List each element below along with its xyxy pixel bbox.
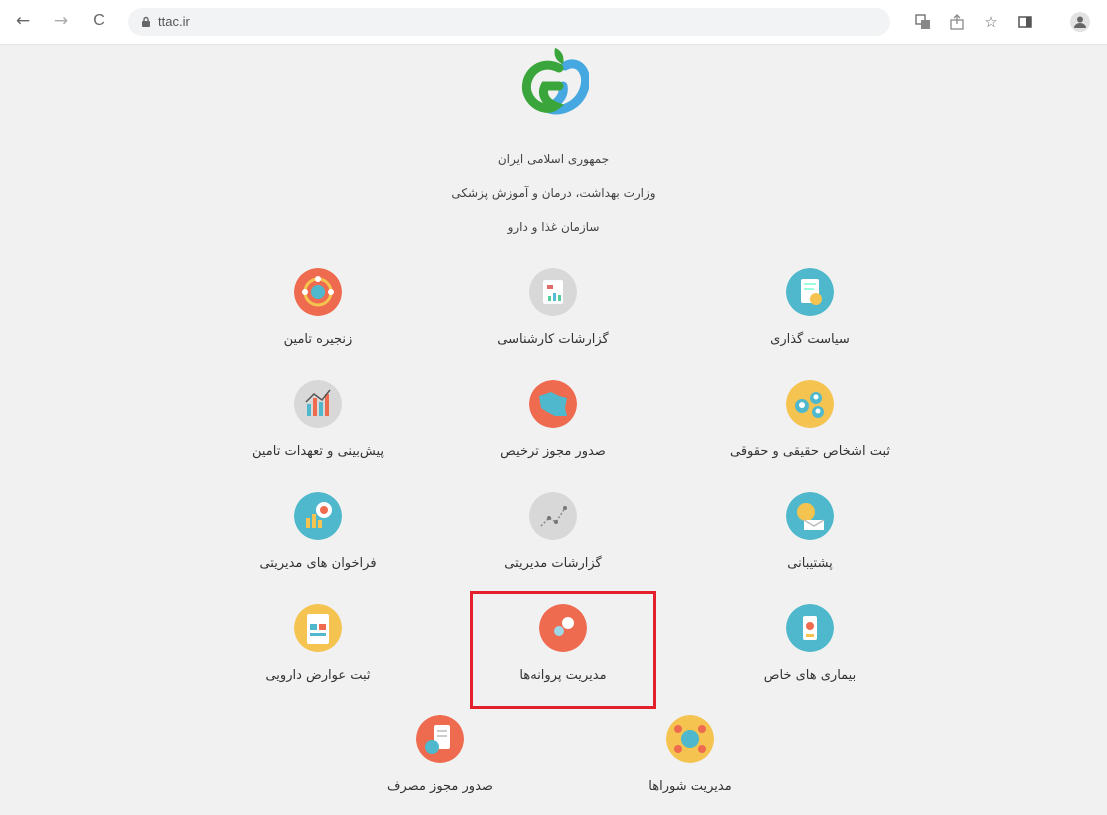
profile-button[interactable] [1070,12,1090,32]
tile-label: پیش‌بینی و تعهدات تامین [251,444,384,459]
adverse-effects-icon [294,604,342,652]
tile-special-diseases[interactable]: بیماری های خاص [700,604,920,704]
usage-permit-icon [416,715,464,763]
forecast-icon [294,380,342,428]
people-register-icon [786,380,834,428]
tile-label: گزارشات کارشناسی [497,332,609,347]
tile-supply-chain[interactable]: زنجیره تامین [208,268,428,368]
tile-policy[interactable]: سیاست گذاری [700,268,920,368]
tile-label: گزارشات مدیریتی [504,556,602,571]
tile-adverse-effects[interactable]: ثبت عوارض دارویی [208,604,428,704]
councils-icon [666,715,714,763]
tile-label: بیماری های خاص [763,668,857,683]
sidepanel-icon [1018,16,1032,28]
supply-chain-icon [294,268,342,316]
tile-label: ثبت عوارض دارویی [265,668,371,683]
tile-management-reports[interactable]: گزارشات مدیریتی [443,492,663,592]
header-country: جمهوری اسلامی ایران [497,152,610,166]
forward-button[interactable]: → [50,10,72,32]
back-arrow-icon: ← [15,11,31,31]
tile-label: فراخوان های مدیریتی [259,556,377,571]
tile-label: زنجیره تامین [283,332,353,347]
fda-logo [521,48,589,115]
bookmark-star-button[interactable]: ☆ [981,12,1001,32]
tile-usage-permit[interactable]: صدور مجوز مصرف [330,715,550,815]
tile-clearance-permit[interactable]: صدور مجوز ترخیص [443,380,663,480]
highlight-box [470,591,656,709]
tile-label: سیاست گذاری [770,332,850,347]
tile-label: ثبت اشخاص حقیقی و حقوقی [729,444,890,459]
share-button[interactable] [947,12,967,32]
share-icon [950,14,964,30]
browser-toolbar: ← → C ttac.ir ☆ [0,0,1107,45]
tile-expert-reports[interactable]: گزارشات کارشناسی [443,268,663,368]
tile-management-recalls[interactable]: فراخوان های مدیریتی [208,492,428,592]
expert-report-icon [529,268,577,316]
policy-icon [786,268,834,316]
reload-button[interactable]: C [88,10,110,32]
header-ministry: وزارت بهداشت، درمان و آموزش پزشکی [451,186,656,200]
header-organization: سازمان غذا و دارو [507,220,600,234]
side-panel-button[interactable] [1015,12,1035,32]
translate-button[interactable] [913,12,933,32]
tile-label: پشتیبانی [787,556,833,571]
address-bar[interactable]: ttac.ir [128,8,890,36]
tile-support[interactable]: پشتیبانی [700,492,920,592]
tile-people-register[interactable]: ثبت اشخاص حقیقی و حقوقی [700,380,920,480]
clearance-icon [529,380,577,428]
translate-icon [915,14,930,29]
profile-icon [1074,16,1086,28]
management-report-icon [529,492,577,540]
recall-icon [294,492,342,540]
tile-councils[interactable]: مدیریت شوراها [580,715,800,815]
star-icon: ☆ [984,13,998,31]
back-button[interactable]: ← [12,10,34,32]
support-icon [786,492,834,540]
tile-label: صدور مجوز مصرف [387,779,493,794]
special-disease-icon [786,604,834,652]
tile-label: مدیریت شوراها [648,779,732,794]
forward-arrow-icon: → [53,11,69,31]
tile-label: صدور مجوز ترخیص [500,444,606,459]
lock-icon [142,16,150,27]
reload-icon: C [93,12,105,29]
tile-forecast[interactable]: پیش‌بینی و تعهدات تامین [208,380,428,480]
url-text: ttac.ir [158,14,190,29]
